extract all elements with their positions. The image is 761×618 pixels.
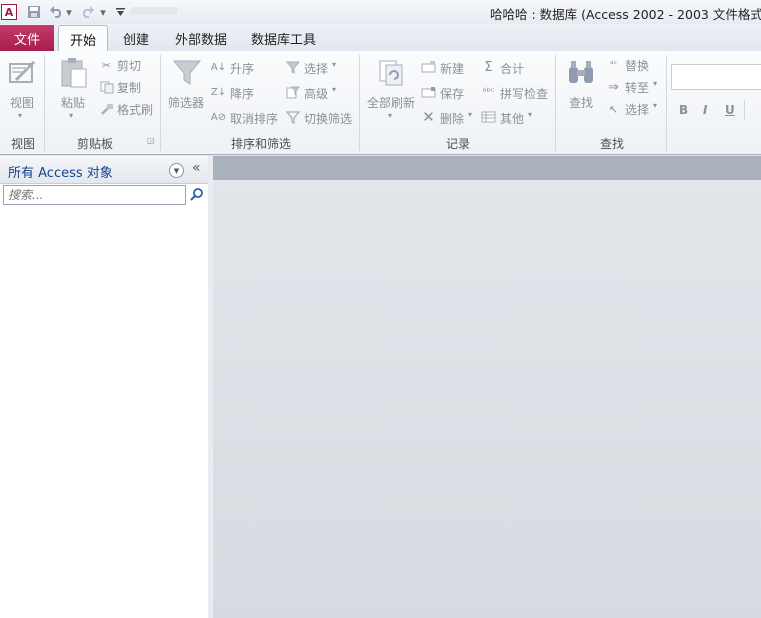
view-icon[interactable] [8, 58, 38, 88]
advanced-filter-button[interactable]: 高级 [304, 85, 328, 102]
cut-button[interactable]: 剪切 [117, 57, 141, 74]
select-dropdown-icon[interactable]: ▾ [653, 101, 657, 110]
binoculars-icon[interactable] [566, 58, 596, 88]
navigation-menu-dropdown-icon[interactable]: ▼ [169, 163, 184, 178]
navigation-pane-title[interactable]: 所有 Access 对象 [8, 162, 113, 181]
replace-icon[interactable]: ᵃᶜ [606, 58, 621, 72]
find-button[interactable]: 查找 [569, 94, 593, 111]
group-divider [160, 55, 161, 151]
select-cursor-icon[interactable]: ↖ [606, 102, 621, 116]
totals-icon[interactable]: Σ [481, 60, 496, 75]
refresh-all-button[interactable]: 全部刷新 [367, 94, 415, 111]
format-divider [744, 100, 745, 120]
sort-ascending-button[interactable]: 升序 [230, 60, 254, 77]
more-dropdown-icon[interactable]: ▾ [528, 110, 532, 119]
underline-button[interactable]: U [725, 103, 735, 117]
selection-dropdown-icon[interactable]: ▾ [332, 60, 336, 69]
group-divider [44, 55, 45, 151]
remove-sort-button[interactable]: 取消排序 [230, 110, 278, 127]
delete-dropdown-icon[interactable]: ▾ [468, 110, 472, 119]
group-divider [666, 55, 667, 151]
goto-arrow-icon[interactable]: ⇒ [606, 80, 621, 95]
italic-button[interactable]: I [703, 103, 707, 117]
refresh-dropdown-icon[interactable]: ▾ [388, 111, 392, 120]
tab-create[interactable]: 创建 [123, 29, 149, 48]
spelling-icon[interactable]: ᵃᵇᶜ [481, 85, 496, 99]
refresh-all-icon[interactable] [377, 58, 407, 88]
advanced-dropdown-icon[interactable]: ▾ [332, 85, 336, 94]
group-label-clipboard: 剪贴板 [77, 137, 114, 151]
undo-icon[interactable] [48, 4, 64, 20]
more-icon[interactable] [481, 110, 496, 124]
goto-button[interactable]: 转至 [625, 79, 649, 96]
redo-dropdown-icon[interactable]: ▾ [98, 4, 108, 20]
format-painter-button[interactable]: 格式刷 [117, 101, 153, 118]
tab-external-data[interactable]: 外部数据 [175, 29, 227, 48]
paste-button[interactable]: 粘贴 [61, 94, 85, 111]
cut-icon[interactable]: ✂ [99, 58, 114, 72]
search-icon[interactable] [190, 187, 204, 201]
access-app-icon[interactable]: A [1, 4, 17, 20]
more-button[interactable]: 其他 [500, 110, 524, 127]
delete-record-button[interactable]: 删除 [440, 110, 464, 127]
group-label-records: 记录 [446, 137, 471, 151]
filter-button[interactable]: 筛选器 [168, 94, 204, 111]
save-record-button[interactable]: 保存 [440, 85, 464, 102]
blurred-title-fragment [130, 7, 178, 15]
group-label-find: 查找 [600, 137, 625, 151]
remove-sort-icon[interactable]: A⊘ [211, 110, 226, 124]
selection-filter-icon[interactable] [285, 60, 300, 74]
advanced-filter-icon[interactable] [285, 85, 300, 99]
document-workspace [213, 180, 761, 618]
save-record-icon[interactable] [421, 85, 436, 99]
window-title: 哈哈哈 : 数据库 (Access 2002 - 2003 文件格式) - [490, 7, 761, 22]
sort-ascending-icon[interactable]: A↓ [211, 60, 226, 74]
tab-file[interactable]: 文件 [0, 25, 54, 51]
undo-dropdown-icon[interactable]: ▾ [64, 4, 74, 20]
group-divider [555, 55, 556, 151]
toggle-filter-button[interactable]: 切换筛选 [304, 110, 352, 127]
toggle-filter-icon[interactable] [285, 110, 300, 124]
paste-dropdown-icon[interactable]: ▾ [69, 111, 73, 120]
selection-filter-button[interactable]: 选择 [304, 60, 328, 77]
filter-icon[interactable] [172, 58, 202, 88]
replace-button[interactable]: 替换 [625, 57, 649, 74]
copy-button[interactable]: 复制 [117, 79, 141, 96]
select-button[interactable]: 选择 [625, 101, 649, 118]
copy-icon[interactable] [99, 80, 114, 94]
ribbon-tab-row [0, 24, 761, 52]
document-tab-strip [213, 156, 761, 180]
delete-record-icon[interactable]: ✕ [421, 108, 436, 126]
new-record-icon[interactable] [421, 60, 436, 74]
spelling-button[interactable]: 拼写检查 [500, 85, 548, 102]
view-button[interactable]: 视图 [10, 94, 34, 111]
group-label-sort-filter: 排序和筛选 [231, 137, 292, 151]
navigation-pane [0, 156, 209, 618]
totals-button[interactable]: 合计 [500, 60, 524, 77]
customize-qat-icon[interactable] [114, 4, 126, 20]
shutter-bar-collapse-icon[interactable]: « [192, 160, 201, 176]
goto-dropdown-icon[interactable]: ▾ [653, 79, 657, 88]
save-icon[interactable] [26, 4, 42, 20]
tab-home[interactable]: 开始 [58, 25, 108, 53]
tab-database-tools[interactable]: 数据库工具 [251, 29, 316, 48]
sort-descending-icon[interactable]: Z↓ [211, 85, 226, 99]
paste-icon[interactable] [59, 57, 89, 88]
view-dropdown-icon[interactable]: ▾ [18, 111, 22, 120]
group-divider [359, 55, 360, 151]
sort-descending-button[interactable]: 降序 [230, 85, 254, 102]
redo-icon[interactable] [80, 4, 96, 20]
new-record-button[interactable]: 新建 [440, 60, 464, 77]
font-name-combobox[interactable] [671, 64, 761, 90]
clipboard-dialog-launcher-icon[interactable]: ◲ [147, 136, 155, 145]
navigation-search-input[interactable] [3, 185, 186, 205]
group-label-views: 视图 [11, 137, 36, 151]
format-painter-icon[interactable] [99, 102, 114, 116]
bold-button[interactable]: B [679, 103, 688, 117]
